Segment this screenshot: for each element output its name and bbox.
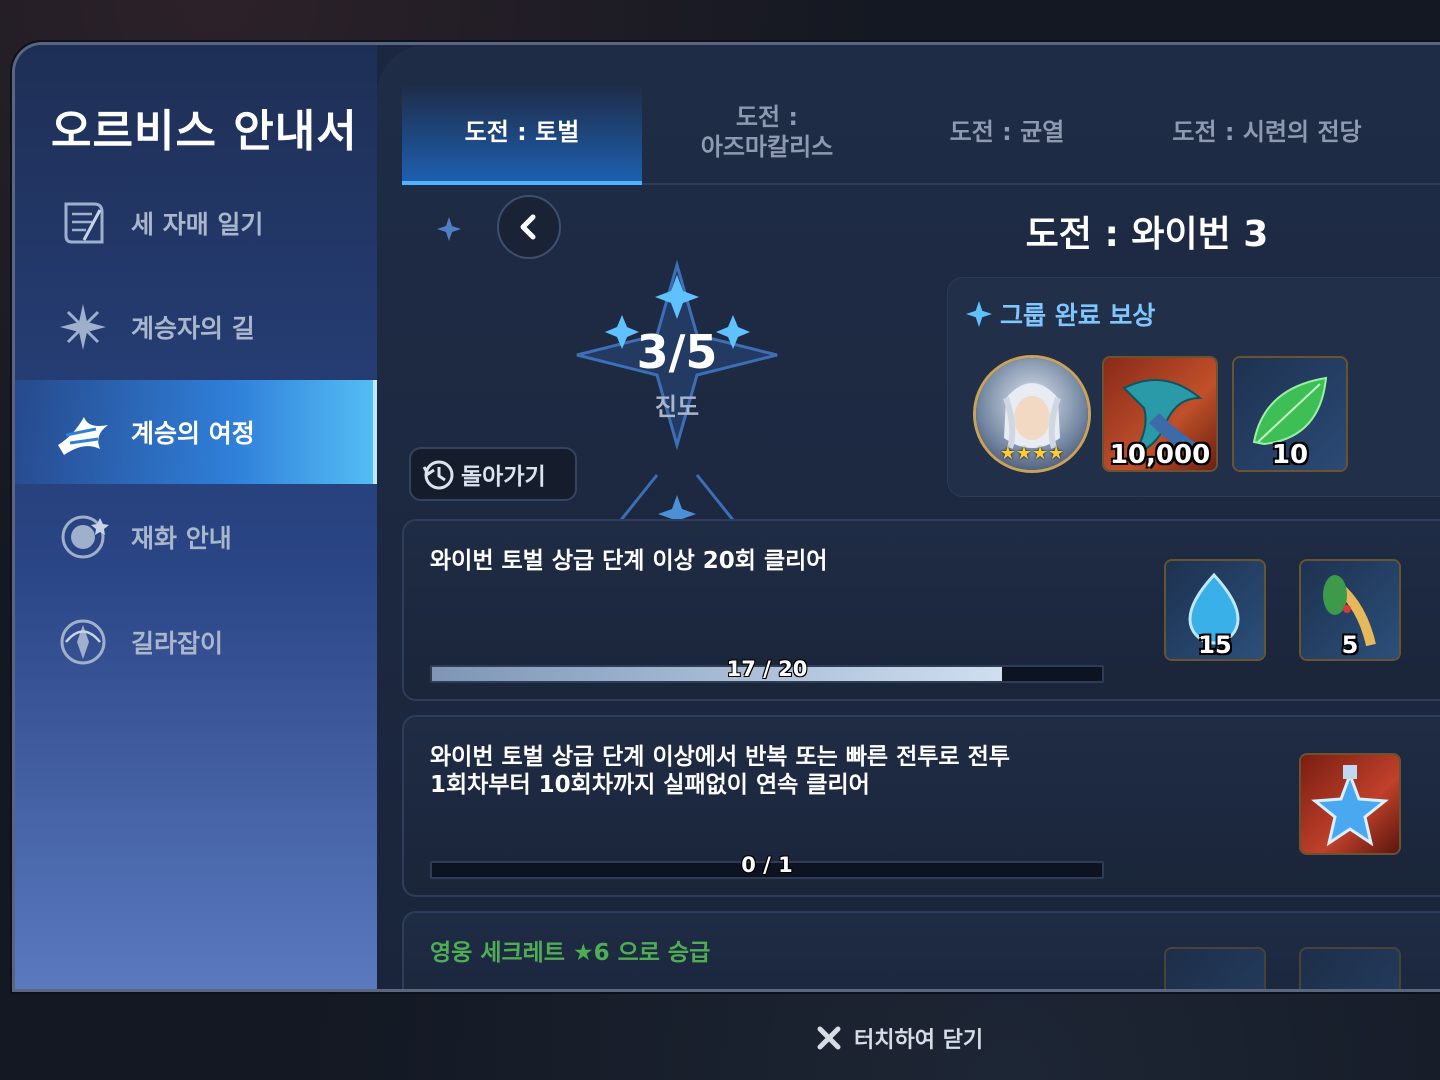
- star-burst-icon: [53, 297, 113, 357]
- hero-portrait-reward[interactable]: ★★★★: [976, 358, 1088, 470]
- reward-count: 5: [1341, 631, 1359, 659]
- mission-progress-bar: 0 / 1: [430, 853, 1104, 879]
- chevron-left-icon: [520, 214, 536, 240]
- mission-desc: 영웅 세크레트 ★6 으로 승급: [430, 940, 711, 966]
- mission-row: 와이번 토벌 상급 단계 이상 20회 클리어 17 / 20 15 5: [402, 519, 1440, 701]
- mission-reward-item[interactable]: 15: [1166, 561, 1264, 659]
- sidebar-item-label: 세 자매 일기: [131, 210, 264, 239]
- coin-icon: [53, 507, 113, 567]
- sidebar-item-guide[interactable]: 길라잡이: [15, 590, 377, 694]
- mission-progress-text: 0 / 1: [741, 853, 793, 877]
- tab-subjugation[interactable]: 도전 : 토벌: [402, 83, 642, 185]
- sidebar-item-label: 재화 안내: [131, 524, 232, 553]
- mission-reward-item[interactable]: 5: [1301, 561, 1399, 659]
- mission-row: 와이번 토벌 상급 단계 이상에서 반복 또는 빠른 전투로 전투 1회차부터 …: [402, 715, 1440, 897]
- close-icon: [817, 1026, 841, 1050]
- sidebar-item-label: 계승의 여정: [131, 419, 255, 448]
- reward-count: 15: [1198, 631, 1232, 659]
- sidebar-item-label: 계승자의 길: [131, 314, 255, 343]
- progress-value: 3/5: [636, 325, 718, 379]
- mission-row: 영웅 세크레트 ★6 으로 승급: [402, 911, 1440, 989]
- mission-progress-bar: 17 / 20: [430, 657, 1104, 683]
- progress-label: 진도: [654, 393, 700, 421]
- reward-count: 10: [1271, 440, 1309, 470]
- return-label: 돌아가기: [461, 464, 546, 490]
- sidebar-item-currency[interactable]: 재화 안내: [15, 485, 377, 589]
- sidebar-item-journey[interactable]: 계승의 여정: [15, 380, 377, 484]
- mission-desc: 와이번 토벌 상급 단계 이상 20회 클리어: [430, 548, 828, 574]
- group-reward-title: 그룹 완료 보상: [1000, 301, 1156, 330]
- star-potion-icon: [1311, 765, 1389, 847]
- dragon-claw-icon: [53, 402, 113, 462]
- mission-reward-item[interactable]: [1301, 949, 1399, 989]
- progress-emblem: 3/5 진도: [547, 255, 807, 545]
- star-rating: ★★★★: [999, 443, 1065, 464]
- tab-bar: 도전 : 토벌 도전 : 아즈마칼리스 도전 : 균열 도전 : 시련의 전당: [402, 83, 1440, 185]
- reward-item-feather[interactable]: 10,000: [1104, 358, 1216, 470]
- sparkle-icon: [437, 217, 461, 241]
- tab-hall-of-trials[interactable]: 도전 : 시련의 전당: [1127, 83, 1407, 181]
- group-reward-box: 그룹 완료 보상 ★★★★ 10,000 10: [947, 277, 1440, 497]
- sparkle-icon: [966, 301, 992, 327]
- sidebar-item-label: 길라잡이: [131, 629, 224, 658]
- scroll-icon: [53, 193, 113, 253]
- mission-reward-item[interactable]: [1166, 949, 1264, 989]
- mission-desc: 와이번 토벌 상급 단계 이상에서 반복 또는 빠른 전투로 전투 1회차부터 …: [430, 744, 1010, 798]
- sidebar-item-diary[interactable]: 세 자매 일기: [15, 171, 377, 275]
- return-button[interactable]: 돌아가기: [409, 447, 577, 501]
- compass-icon: [53, 612, 113, 672]
- reward-item-leaf[interactable]: 10: [1234, 358, 1346, 470]
- mission-progress-text: 17 / 20: [726, 657, 808, 681]
- tab-azmakalis[interactable]: 도전 : 아즈마칼리스: [647, 83, 887, 181]
- reward-count: 10,000: [1109, 440, 1211, 470]
- close-hint[interactable]: 터치하여 닫기: [816, 1022, 983, 1054]
- clock-return-icon: [422, 460, 454, 490]
- group-reward-header: 그룹 완료 보상: [966, 296, 1155, 332]
- sidebar: 오르비스 안내서 세 자매 일기 계승자의 길 계승의 여정 재화 안내 길라잡…: [15, 45, 377, 989]
- close-hint-label: 터치하여 닫기: [854, 1028, 984, 1053]
- stage-title: 도전 : 와이번 3: [1025, 214, 1269, 255]
- window-title: 오르비스 안내서: [51, 106, 358, 157]
- sidebar-item-successor-path[interactable]: 계승자의 길: [15, 275, 377, 379]
- guide-panel: 오르비스 안내서 세 자매 일기 계승자의 길 계승의 여정 재화 안내 길라잡…: [12, 42, 1440, 992]
- tab-rift[interactable]: 도전 : 균열: [887, 83, 1127, 181]
- main-content: 도전 : 토벌 도전 : 아즈마칼리스 도전 : 균열 도전 : 시련의 전당 …: [377, 45, 1440, 989]
- back-button[interactable]: [497, 195, 561, 259]
- mission-reward-item[interactable]: [1301, 755, 1399, 853]
